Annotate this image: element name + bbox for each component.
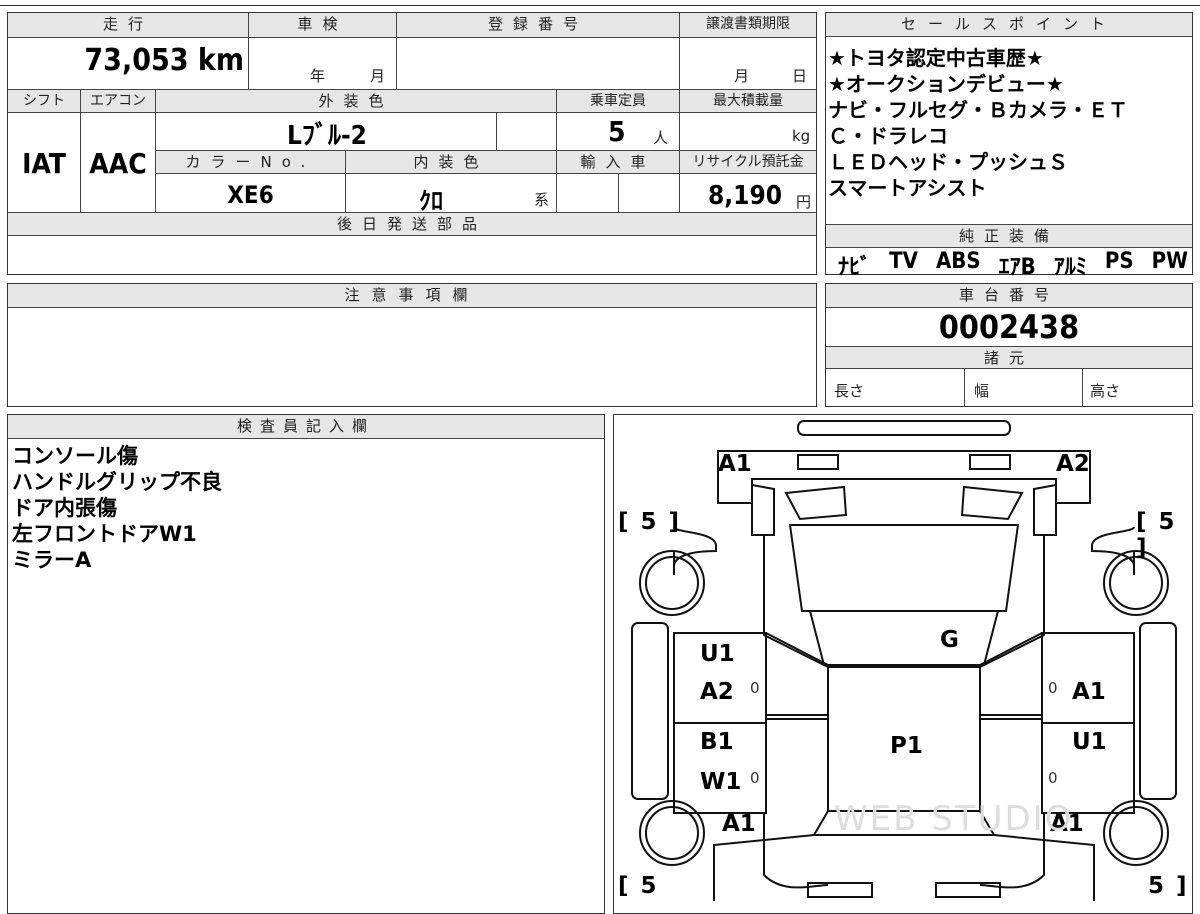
ac-value: AAC [89, 147, 147, 180]
max-load-unit: kg [792, 127, 811, 145]
top-cropped-row [0, 0, 1200, 6]
watermark: WEB STUDIO [834, 799, 1074, 839]
left-front-door-mark-1: U1 [700, 641, 735, 667]
genuine-equipment-header: 純正装備 [826, 225, 1192, 247]
tire-front-right: [ 5 ] [1136, 509, 1177, 561]
sales-point-line: ナビ・フルセグ・Ｂカメラ・ＥＴ [828, 98, 1128, 122]
recycle-fee-header: リサイクル預託金 [680, 151, 816, 173]
tire-rear-right: 5 ] [1148, 873, 1189, 899]
left-rear-door-mark-1: B1 [700, 729, 734, 755]
exterior-color-value: Lﾌﾞﾙ-2 [287, 121, 367, 151]
height-label: 高さ [1090, 382, 1121, 400]
later-parts-header: 後日発送部品 [8, 213, 816, 235]
equipment-item: ABS [935, 249, 981, 274]
right-rear-door-mark: U1 [1072, 729, 1107, 755]
front-right-mark: A2 [1056, 451, 1090, 477]
length-label: 長さ [834, 382, 865, 400]
equipment-item: TV [889, 249, 918, 274]
color-no-value: XE6 [227, 181, 274, 209]
left-front-door-mark-2: A2 [700, 679, 734, 705]
interior-color-header: 内装色 [346, 151, 556, 173]
capacity-unit: 人 [653, 129, 669, 147]
transfer-deadline-header: 譲渡書類期限 [680, 13, 816, 37]
transfer-month: 月 [734, 67, 750, 85]
shift-header: シフト [8, 90, 80, 112]
registration-header: 登録番号 [397, 13, 679, 37]
sales-points-panel: セールスポイント ★トヨタ認定中古車歴★ ★オークションデビュー★ ナビ・フルセ… [825, 12, 1193, 280]
inspector-note-line: 左フロントドアW1 [12, 522, 197, 546]
specs-header: 諸元 [826, 347, 1192, 368]
left-rear-door-zero: 0 [750, 769, 760, 787]
mileage-header: 走行 [8, 13, 248, 37]
sales-point-line: ★トヨタ認定中古車歴★ [828, 46, 1044, 70]
capacity-header: 乗車定員 [557, 90, 679, 112]
equipment-item: PS [1104, 249, 1134, 274]
right-rear-door-zero: 0 [1048, 769, 1058, 787]
recycle-fee-value: 8,190 [708, 181, 782, 211]
inspector-note-line: ドア内張傷 [12, 496, 117, 520]
inspector-note-line: ハンドルグリップ不良 [12, 470, 222, 494]
exterior-color-header: 外装色 [156, 90, 556, 112]
equipment-item: ﾅﾋﾞ [838, 255, 872, 280]
sales-point-line: ★オークションデビュー★ [828, 72, 1064, 96]
inspector-note-line: ミラーA [12, 548, 92, 572]
car-diagram-panel: A1 A2 [ 5 ] [ 5 ] G U1 A2 0 0 A1 B1 W1 0… [613, 414, 1193, 914]
recycle-fee-unit: 円 [796, 193, 812, 211]
inspector-note-line: コンソール傷 [12, 444, 138, 468]
import-header: 輸入車 [557, 151, 679, 173]
interior-color-suffix: 系 [534, 191, 550, 209]
tire-rear-left: [ 5 [618, 873, 659, 899]
chassis-number: 0002438 [938, 308, 1080, 346]
capacity-value: 5 [608, 115, 626, 148]
windshield-mark: G [940, 627, 959, 653]
notes-header: 注意事項欄 [8, 284, 816, 308]
sales-point-line: ＬＥＤヘッド・プッシュＳ [828, 150, 1068, 174]
transfer-day: 日 [792, 67, 808, 85]
chassis-panel: 車台番号 0002438 諸元 長さ 幅 高さ [825, 283, 1193, 407]
ac-header: エアコン [81, 90, 155, 112]
inspection-month: 月 [370, 67, 386, 85]
interior-color-value: ｸﾛ [419, 187, 443, 215]
inspector-header: 検査員記入欄 [8, 415, 604, 439]
sales-points-header: セールスポイント [826, 13, 1192, 37]
spec-table: 走行 車検 登録番号 譲渡書類期限 73,053 km 年 月 月 日 シフト … [7, 12, 817, 275]
inspection-year: 年 [310, 67, 326, 85]
right-front-door-mark: A1 [1072, 679, 1106, 705]
width-label: 幅 [974, 382, 990, 400]
roof-mark: P1 [890, 733, 923, 759]
shift-value: IAT [22, 147, 66, 180]
sales-point-line: Ｃ・ドラレコ [828, 124, 948, 148]
notes-panel: 注意事項欄 [7, 283, 817, 407]
chassis-header: 車台番号 [826, 284, 1192, 308]
max-load-header: 最大積載量 [680, 90, 816, 112]
tire-front-left: [ 5 ] [618, 509, 682, 535]
inspector-notes: コンソール傷 ハンドルグリップ不良 ドア内張傷 左フロントドアW1 ミラーA [12, 443, 222, 573]
left-rear-door-mark-2: W1 [700, 769, 742, 795]
sales-points-list: ★トヨタ認定中古車歴★ ★オークションデビュー★ ナビ・フルセグ・Ｂカメラ・ＥＴ… [828, 45, 1188, 201]
equipment-item: ｱﾙﾐ [1053, 255, 1087, 280]
inspection-header: 車検 [249, 13, 396, 37]
right-front-door-zero: 0 [1048, 679, 1058, 697]
equipment-item: ｴｱB [998, 255, 1036, 280]
equipment-item: PW [1151, 249, 1188, 274]
sales-point-line: スマートアシスト [828, 176, 987, 200]
color-no-header: カラーNo. [156, 151, 345, 173]
front-left-mark: A1 [718, 451, 752, 477]
genuine-equipment-list: ﾅﾋﾞ TV ABS ｴｱB ｱﾙﾐ PS PW [838, 249, 1188, 281]
left-front-door-zero: 0 [750, 679, 760, 697]
inspector-panel: 検査員記入欄 コンソール傷 ハンドルグリップ不良 ドア内張傷 左フロントドアW1… [7, 414, 605, 914]
rear-left-mark: A1 [722, 811, 756, 837]
mileage-value: 73,053 km [84, 43, 244, 78]
